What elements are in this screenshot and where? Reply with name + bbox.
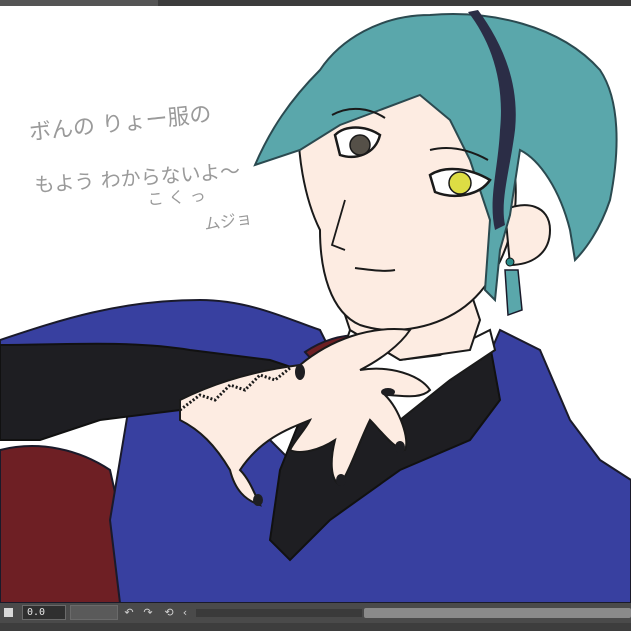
note-line-1: ボんの りょー服の: [28, 102, 213, 146]
left-iris: [349, 134, 371, 156]
timeline-slider-fill: [71, 606, 117, 619]
note-line-3: こ く っ: [147, 186, 206, 209]
collapse-icon[interactable]: ‹: [178, 605, 192, 620]
drawing-canvas[interactable]: ボんの りょー服の もよう わからないよ〜 こ く っ ムジョ: [0, 6, 631, 603]
note-line-2: もよう わからないよ〜: [34, 159, 241, 197]
note-signature: ムジョ: [203, 208, 253, 233]
right-iris: [448, 171, 472, 195]
timeline-toolbar: 0.0 ↶ ↷ ⟲ ‹: [0, 603, 631, 631]
nail-1: [381, 388, 395, 396]
earring: [505, 257, 515, 267]
horizontal-scrollbar[interactable]: [364, 608, 631, 618]
status-strip: [0, 623, 631, 631]
illustration: ボんの りょー服の もよう わからないよ〜 こ く っ ムジョ: [0, 10, 631, 603]
history-icon[interactable]: ⟲: [162, 605, 176, 620]
redo-icon[interactable]: ↷: [141, 605, 155, 620]
timeline-slider[interactable]: [70, 605, 118, 620]
nail-4: [253, 494, 263, 506]
ear: [503, 204, 552, 267]
nail-3: [336, 474, 346, 486]
nail-2: [395, 441, 405, 453]
nail-5: [295, 364, 305, 380]
undo-icon[interactable]: ↶: [122, 605, 136, 620]
frame-input[interactable]: 0.0: [22, 605, 66, 620]
stop-icon[interactable]: [4, 608, 13, 617]
horizontal-scroll-track[interactable]: [196, 609, 362, 617]
earring-pendant: [504, 269, 523, 317]
